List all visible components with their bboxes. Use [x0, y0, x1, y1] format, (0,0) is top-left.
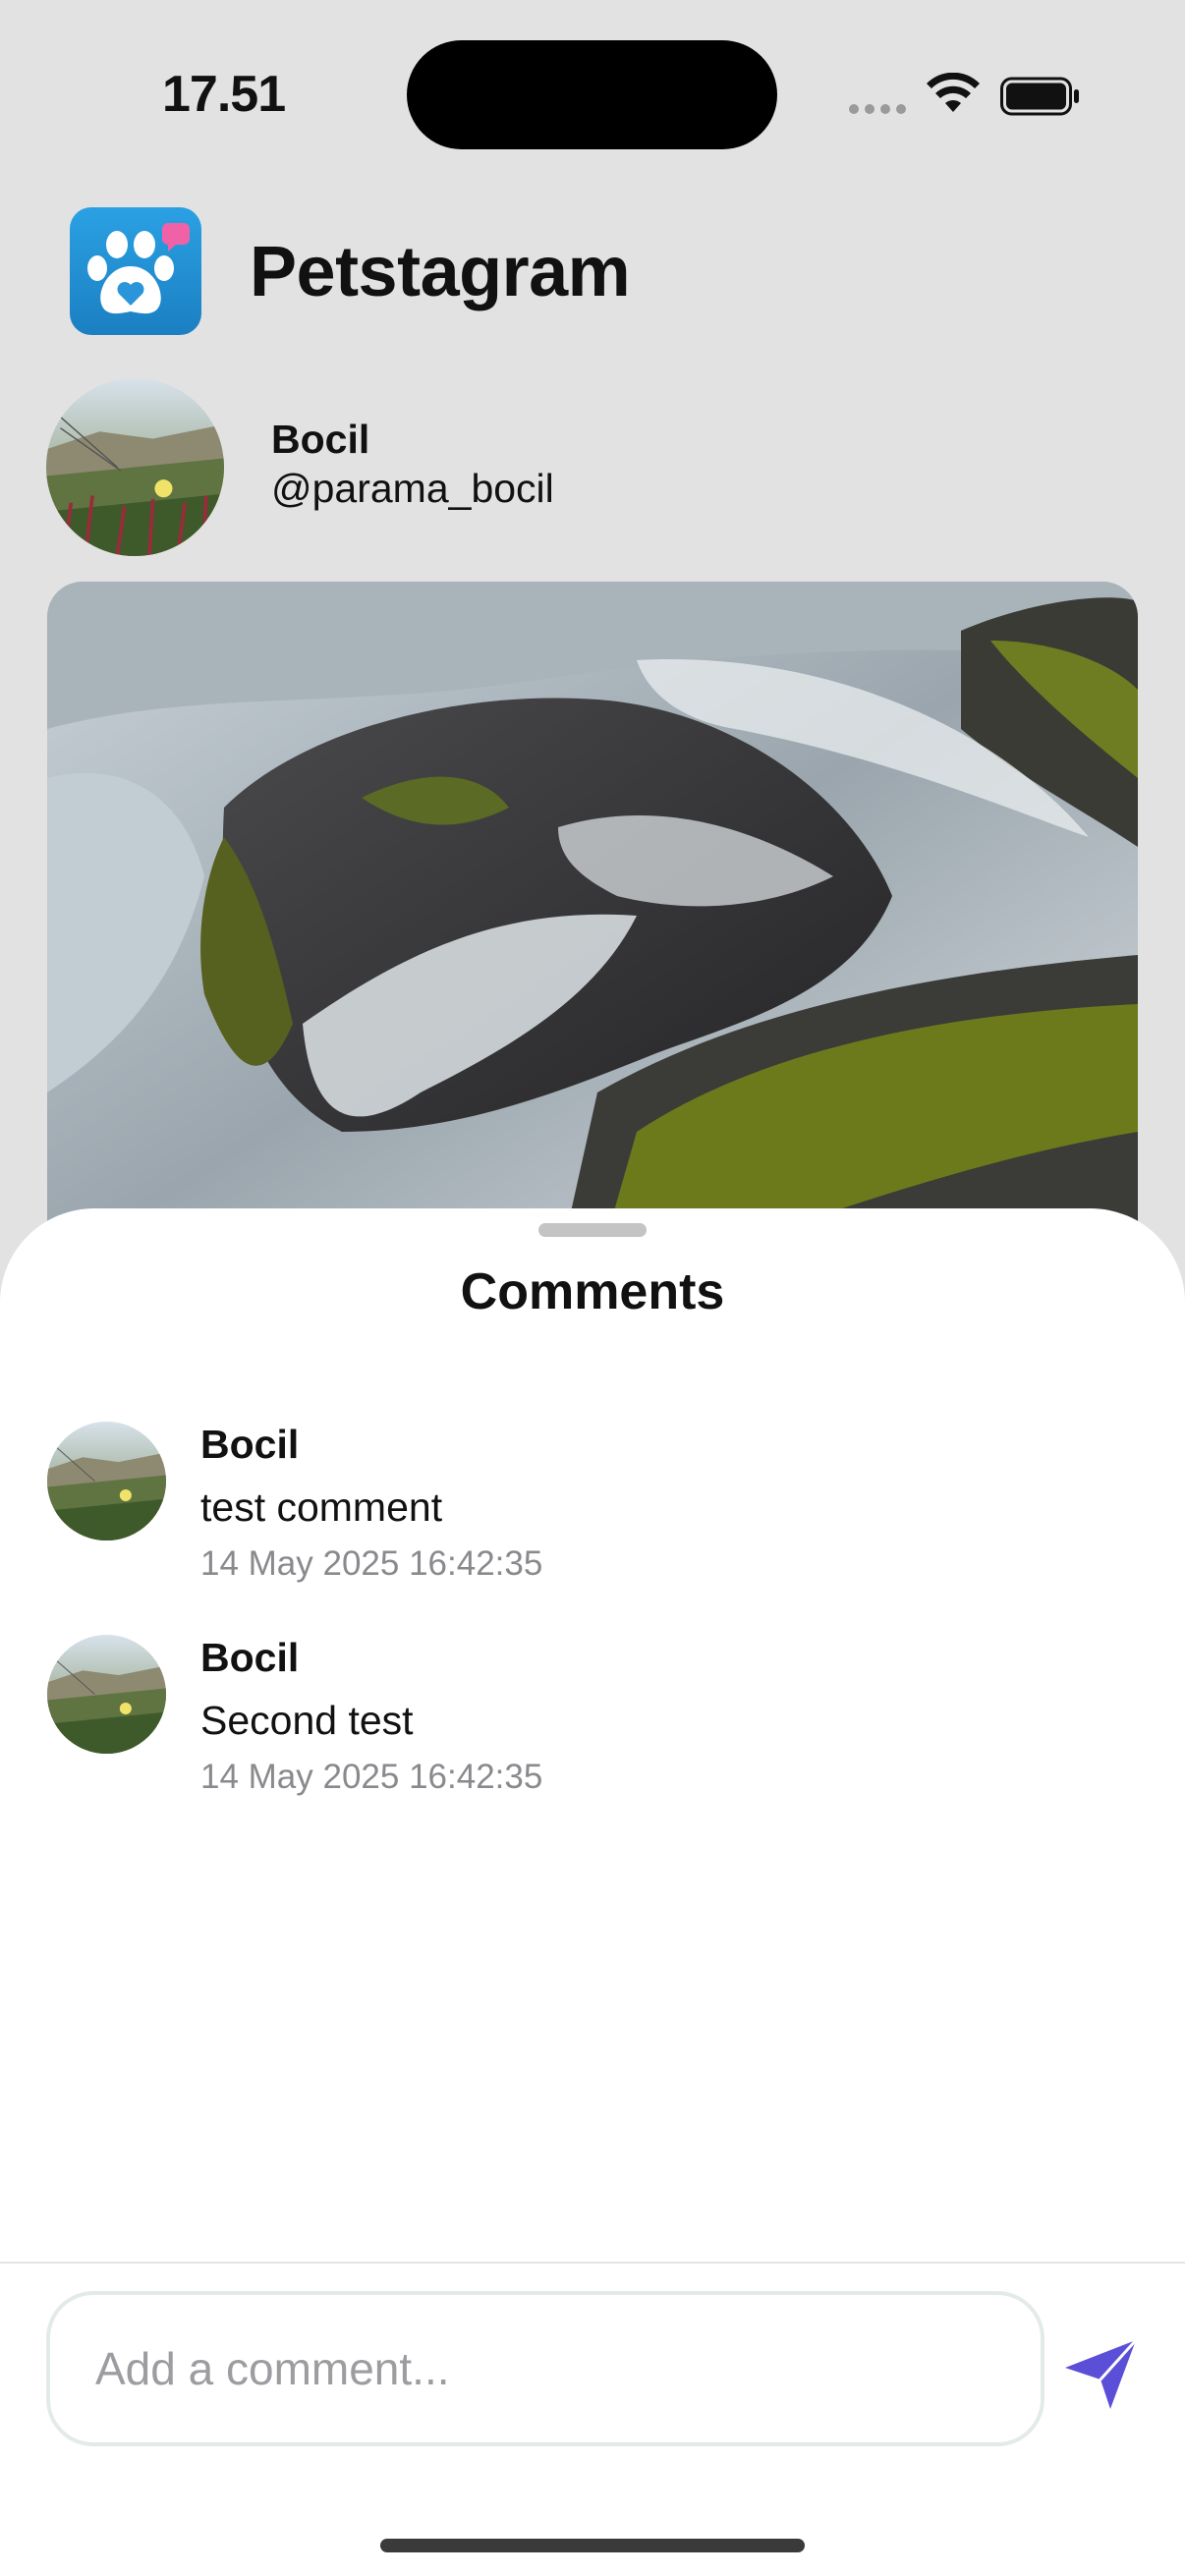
avatar[interactable] — [46, 378, 224, 556]
sheet-grabber[interactable] — [538, 1223, 647, 1237]
post-image[interactable] — [47, 582, 1138, 1269]
comment-timestamp: 14 May 2025 16:42:35 — [200, 1544, 543, 1583]
profile-name: Bocil — [271, 417, 370, 462]
comment-text: Second test — [200, 1698, 414, 1743]
list-item: Bocil Second test 14 May 2025 16:42:35 — [0, 1635, 1185, 1831]
comment-text: test comment — [200, 1484, 443, 1530]
avatar[interactable] — [47, 1635, 166, 1754]
paw-heart-icon — [87, 223, 190, 314]
app-logo — [70, 207, 201, 335]
divider — [0, 2262, 1185, 2264]
comment-author: Bocil — [200, 1635, 300, 1680]
signal-icon — [849, 104, 906, 114]
profile-handle: @parama_bocil — [271, 466, 554, 511]
comment-timestamp: 14 May 2025 16:42:35 — [200, 1758, 543, 1796]
app-title: Petstagram — [250, 233, 631, 311]
paper-plane-icon[interactable] — [1061, 2338, 1140, 2411]
avatar[interactable] — [47, 1422, 166, 1540]
battery-icon — [1000, 77, 1079, 116]
wifi-icon — [927, 73, 980, 112]
comment-author: Bocil — [200, 1422, 300, 1467]
list-item: Bocil test comment 14 May 2025 16:42:35 — [0, 1422, 1185, 1618]
comments-title: Comments — [460, 1263, 725, 1320]
status-time: 17.51 — [162, 66, 286, 123]
comment-input[interactable] — [46, 2291, 1044, 2446]
home-indicator — [380, 2539, 805, 2552]
dynamic-island — [407, 40, 777, 149]
